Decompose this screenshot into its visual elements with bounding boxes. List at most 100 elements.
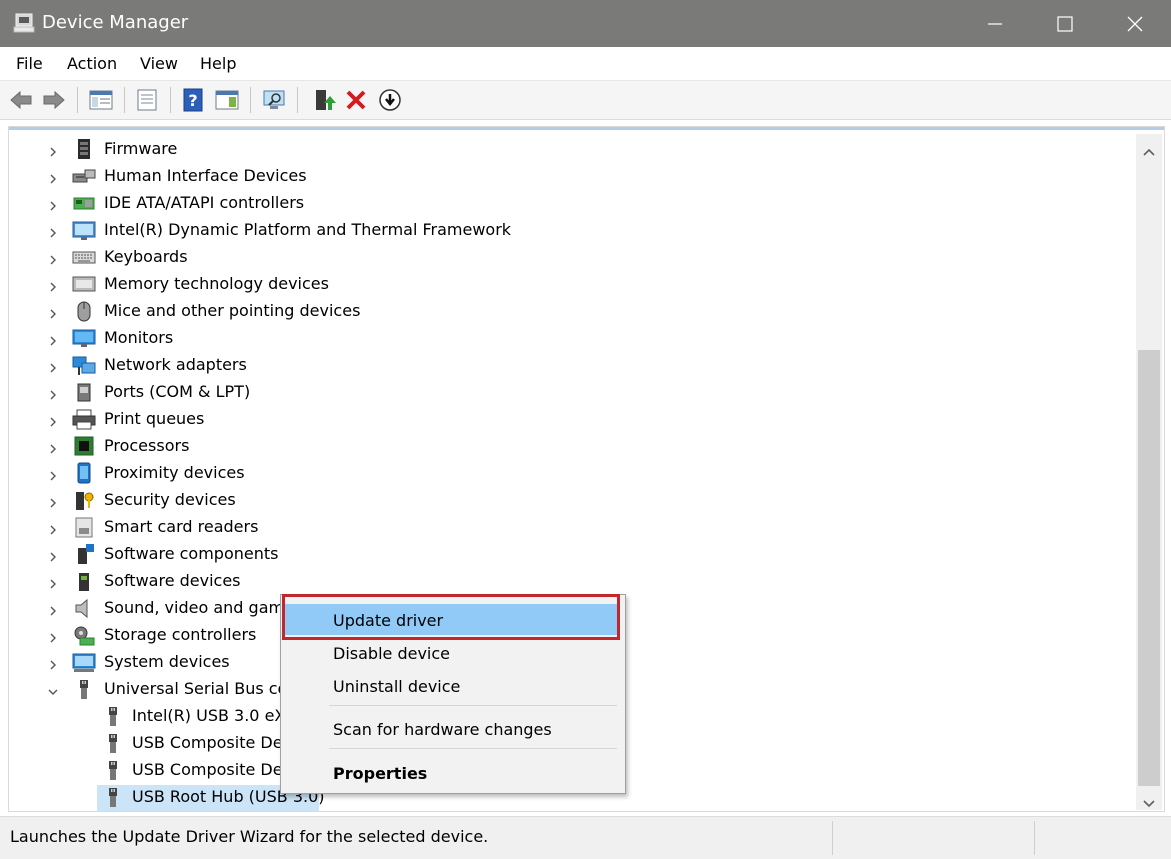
software-device-icon <box>72 570 96 592</box>
system-devices-icon <box>72 651 96 673</box>
chevron-right-icon[interactable] <box>47 251 59 265</box>
chevron-right-icon <box>50 660 56 670</box>
close-button[interactable] <box>1100 0 1170 47</box>
chevron-right-icon[interactable] <box>47 224 59 238</box>
vertical-scrollbar[interactable] <box>1136 134 1162 810</box>
chevron-right-icon[interactable] <box>47 332 59 346</box>
device-manager-window: Device Manager File Action View Help ? F… <box>0 0 1171 859</box>
title-bar[interactable]: Device Manager <box>0 0 1171 47</box>
chevron-right-icon[interactable] <box>47 359 59 373</box>
menu-help[interactable]: Help <box>200 54 236 73</box>
chevron-right-icon[interactable] <box>47 413 59 427</box>
chevron-right-icon[interactable] <box>47 170 59 184</box>
chevron-right-icon[interactable] <box>47 494 59 508</box>
security-device-icon <box>72 489 96 511</box>
tree-item-label: Sound, video and game <box>104 598 294 617</box>
tree-item-label: Security devices <box>104 490 236 509</box>
tree-item-label: Proximity devices <box>104 463 245 482</box>
maximize-button[interactable] <box>1030 0 1100 47</box>
disable-icon[interactable] <box>377 87 403 113</box>
scan-hardware-icon[interactable] <box>261 87 287 113</box>
chevron-right-icon[interactable] <box>47 305 59 319</box>
chevron-right-icon[interactable] <box>47 278 59 292</box>
menu-action[interactable]: Action <box>67 54 117 73</box>
tree-item-category[interactable]: Monitors <box>9 325 1134 352</box>
back-arrow-icon[interactable] <box>8 87 34 113</box>
minimize-icon <box>988 23 1002 25</box>
chevron-right-icon[interactable] <box>47 629 59 643</box>
chevron-right-icon[interactable] <box>47 602 59 616</box>
tree-item-category[interactable]: Processors <box>9 433 1134 460</box>
menu-view[interactable]: View <box>140 54 178 73</box>
chevron-right-icon <box>50 444 56 454</box>
tree-item-category[interactable]: Network adapters <box>9 352 1134 379</box>
chevron-right-icon <box>50 309 56 319</box>
context-properties-label: Properties <box>333 764 428 783</box>
uninstall-icon[interactable] <box>343 87 369 113</box>
tree-item-category[interactable]: Mice and other pointing devices <box>9 298 1134 325</box>
tree-item-label: Monitors <box>104 328 174 347</box>
network-adapter-icon <box>72 354 96 376</box>
chevron-right-icon[interactable] <box>47 440 59 454</box>
properties-icon[interactable] <box>134 87 160 113</box>
tree-item-category[interactable]: Ports (COM & LPT) <box>9 379 1134 406</box>
chevron-right-icon[interactable] <box>47 548 59 562</box>
chevron-right-icon[interactable] <box>47 575 59 589</box>
processor-icon <box>72 435 96 457</box>
tree-item-category[interactable]: Human Interface Devices <box>9 163 1134 190</box>
tree-item-category[interactable]: Intel(R) Dynamic Platform and Thermal Fr… <box>9 217 1134 244</box>
scroll-down-icon[interactable] <box>1142 794 1156 808</box>
chevron-right-icon[interactable] <box>47 143 59 157</box>
chevron-right-icon <box>50 498 56 508</box>
tree-item-category[interactable]: Print queues <box>9 406 1134 433</box>
chevron-right-icon[interactable] <box>47 656 59 670</box>
update-driver-icon[interactable] <box>310 87 336 113</box>
tree-item-category[interactable]: Software components <box>9 541 1134 568</box>
context-properties[interactable]: Properties <box>285 757 619 788</box>
context-disable-device[interactable]: Disable device <box>285 637 619 668</box>
chevron-right-icon[interactable] <box>47 467 59 481</box>
scroll-up-icon[interactable] <box>1142 142 1156 156</box>
forward-arrow-icon[interactable] <box>41 87 67 113</box>
tree-item-category[interactable]: Memory technology devices <box>9 271 1134 298</box>
context-scan-hardware[interactable]: Scan for hardware changes <box>285 713 619 744</box>
tree-item-category[interactable]: Security devices <box>9 487 1134 514</box>
help-icon[interactable]: ? <box>181 87 207 113</box>
tree-item-category[interactable]: IDE ATA/ATAPI controllers <box>9 190 1134 217</box>
chevron-right-icon <box>50 363 56 373</box>
tree-item-label: Network adapters <box>104 355 247 374</box>
scroll-thumb[interactable] <box>1138 350 1160 786</box>
show-hide-console-tree-icon[interactable] <box>88 87 114 113</box>
chevron-right-icon <box>50 282 56 292</box>
minimize-button[interactable] <box>960 0 1030 47</box>
menu-file[interactable]: File <box>16 54 43 73</box>
tree-item-label: USB Composite Dev <box>132 760 293 779</box>
status-pane <box>832 821 1033 855</box>
tree-item-category[interactable]: Software devices <box>9 568 1134 595</box>
chevron-down-icon <box>48 689 58 695</box>
context-separator <box>329 748 617 749</box>
smart-card-reader-icon <box>72 516 96 538</box>
tree-item-category[interactable]: Smart card readers <box>9 514 1134 541</box>
tree-item-label: USB Composite Dev <box>132 733 293 752</box>
chevron-right-icon[interactable] <box>47 521 59 535</box>
tree-item-label: Keyboards <box>104 247 188 266</box>
chevron-right-icon <box>50 147 56 157</box>
action-pane-icon[interactable] <box>214 87 240 113</box>
tree-item-category[interactable]: Keyboards <box>9 244 1134 271</box>
chevron-down-icon[interactable] <box>47 683 59 695</box>
tree-item-label: IDE ATA/ATAPI controllers <box>104 193 305 212</box>
device-manager-app-icon <box>13 12 35 34</box>
tree-item-category[interactable]: Proximity devices <box>9 460 1134 487</box>
chevron-right-icon[interactable] <box>47 386 59 400</box>
chevron-right-icon[interactable] <box>47 197 59 211</box>
maximize-icon <box>1057 16 1073 32</box>
tree-item-category[interactable]: Firmware <box>9 136 1134 163</box>
context-separator <box>329 705 617 706</box>
usb-device-icon <box>101 786 125 808</box>
tree-item-label: System devices <box>104 652 230 671</box>
chevron-right-icon <box>50 255 56 265</box>
context-uninstall-device[interactable]: Uninstall device <box>285 670 619 701</box>
proximity-device-icon <box>72 462 96 484</box>
highlight-callout-box <box>282 594 620 640</box>
